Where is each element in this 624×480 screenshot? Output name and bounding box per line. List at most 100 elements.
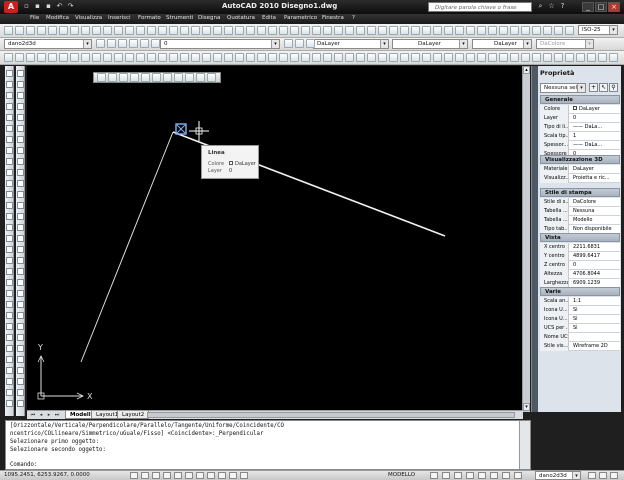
tab-first-icon[interactable]: ⏮ [30,412,36,418]
standard-tool-icon[interactable] [15,26,24,35]
styles-tool-icon[interactable] [70,53,79,62]
menu-modifica[interactable]: Modifica [46,15,69,21]
horizontal-scrollbar[interactable] [147,412,515,418]
draw-tool-icon[interactable] [6,191,13,198]
styles-tool-icon[interactable] [400,53,409,62]
layer-extra-tool-icon[interactable] [295,39,304,48]
styles-tool-icon[interactable] [499,53,508,62]
drafting-toggle-icon[interactable] [130,472,138,479]
property-value[interactable] [571,333,620,342]
property-value[interactable]: 0 [571,114,620,123]
modify-tool-icon[interactable] [17,180,24,187]
layer-tool-icon[interactable] [107,39,116,48]
property-row[interactable]: Materiale DaLayer [540,165,620,174]
styles-tool-icon[interactable] [26,53,35,62]
styles-tool-icon[interactable] [576,53,585,62]
floating-constraints-toolbar[interactable] [93,72,221,83]
qat-undo-icon[interactable]: ↶ [55,2,64,11]
constraint-tool-icon[interactable] [196,73,205,82]
draw-tool-icon[interactable] [6,279,13,286]
toggle-pickadd-icon[interactable]: + [589,83,598,92]
standard-tool-icon[interactable] [235,26,244,35]
standard-tool-icon[interactable] [136,26,145,35]
menu-quotatura[interactable]: Quotatura [227,15,255,21]
property-row[interactable]: Tipo di li... —— DaLa... [540,123,620,132]
standard-tool-icon[interactable] [224,26,233,35]
property-value[interactable]: —— DaLa... [571,141,620,150]
standard-tool-icon[interactable] [345,26,354,35]
standard-tool-icon[interactable] [455,26,464,35]
standard-tool-icon[interactable] [158,26,167,35]
draw-tool-icon[interactable] [6,367,13,374]
modify-tool-icon[interactable] [17,92,24,99]
modify-tool-icon[interactable] [17,279,24,286]
section-varie[interactable]: Varie [540,287,620,296]
standard-tool-icon[interactable] [433,26,442,35]
styles-tool-icon[interactable] [180,53,189,62]
layer-extra-tool-icon[interactable] [284,39,293,48]
menu-visualizza[interactable]: Visualizza [75,15,102,21]
standard-tool-icon[interactable] [103,26,112,35]
constraint-tool-icon[interactable] [119,73,128,82]
draw-tool-icon[interactable] [6,202,13,209]
standard-tool-icon[interactable] [356,26,365,35]
line-entity-1[interactable] [80,131,174,363]
modify-tool-icon[interactable] [17,224,24,231]
standard-tool-icon[interactable] [565,26,574,35]
styles-tool-icon[interactable] [356,53,365,62]
draw-tool-icon[interactable] [6,103,13,110]
property-value[interactable]: 2211.6831 [571,243,620,252]
vertical-scrollbar[interactable]: ▴ ▾ [522,66,530,412]
styles-tool-icon[interactable] [510,53,519,62]
communication-center-icon[interactable]: ☆ [547,2,556,11]
constraint-tool-icon[interactable] [108,73,117,82]
constraint-tool-icon[interactable] [152,73,161,82]
draw-tool-icon[interactable] [6,158,13,165]
property-value[interactable]: DaLayer [571,165,620,174]
styles-tool-icon[interactable] [301,53,310,62]
standard-tool-icon[interactable] [488,26,497,35]
tab-prev-icon[interactable]: ◂ [38,412,44,418]
standard-tool-icon[interactable] [389,26,398,35]
standard-tool-icon[interactable] [499,26,508,35]
drafting-toggle-icon[interactable] [163,472,171,479]
modify-tool-icon[interactable] [17,389,24,396]
tab-last-icon[interactable]: ⏭ [54,412,60,418]
styles-tool-icon[interactable] [224,53,233,62]
scroll-up-icon[interactable]: ▴ [523,66,530,74]
draw-tool-icon[interactable] [6,257,13,264]
linetype-combo[interactable]: DaLayer ▾ [392,39,468,49]
modify-tool-icon[interactable] [17,301,24,308]
property-value[interactable]: Modello [571,216,620,225]
lineweight-combo[interactable]: DaLayer ▾ [472,39,532,49]
draw-tool-icon[interactable] [6,114,13,121]
standard-tool-icon[interactable] [81,26,90,35]
draw-tool-icon[interactable] [6,70,13,77]
property-value[interactable]: Sì [571,324,620,333]
layer-tool-icon[interactable] [151,39,160,48]
draw-tool-icon[interactable] [6,301,13,308]
modify-tool-icon[interactable] [17,334,24,341]
modify-tool-icon[interactable] [17,257,24,264]
draw-tool-icon[interactable] [6,246,13,253]
property-row[interactable]: Y centro 4899.6417 [540,252,620,261]
property-value[interactable]: 4706.8044 [571,270,620,279]
standard-tool-icon[interactable] [411,26,420,35]
property-value[interactable]: Nessuna [571,207,620,216]
draw-tool-icon[interactable] [6,147,13,154]
constraint-tool-icon[interactable] [163,73,172,82]
styles-tool-icon[interactable] [158,53,167,62]
property-row[interactable]: UCS per ... Sì [540,324,620,333]
draw-tool-icon[interactable] [6,235,13,242]
styles-tool-icon[interactable] [411,53,420,62]
styles-tool-icon[interactable] [48,53,57,62]
property-row[interactable]: Scala tip... 1 [540,132,620,141]
standard-tool-icon[interactable] [532,26,541,35]
property-row[interactable]: Icona U... Sì [540,315,620,324]
property-value[interactable]: DaColore [571,198,620,207]
standard-tool-icon[interactable] [279,26,288,35]
property-row[interactable]: Spessor... —— DaLa... [540,141,620,150]
close-button[interactable]: × [608,2,620,12]
menu-edita[interactable]: Edita [262,15,276,21]
standard-tool-icon[interactable] [312,26,321,35]
